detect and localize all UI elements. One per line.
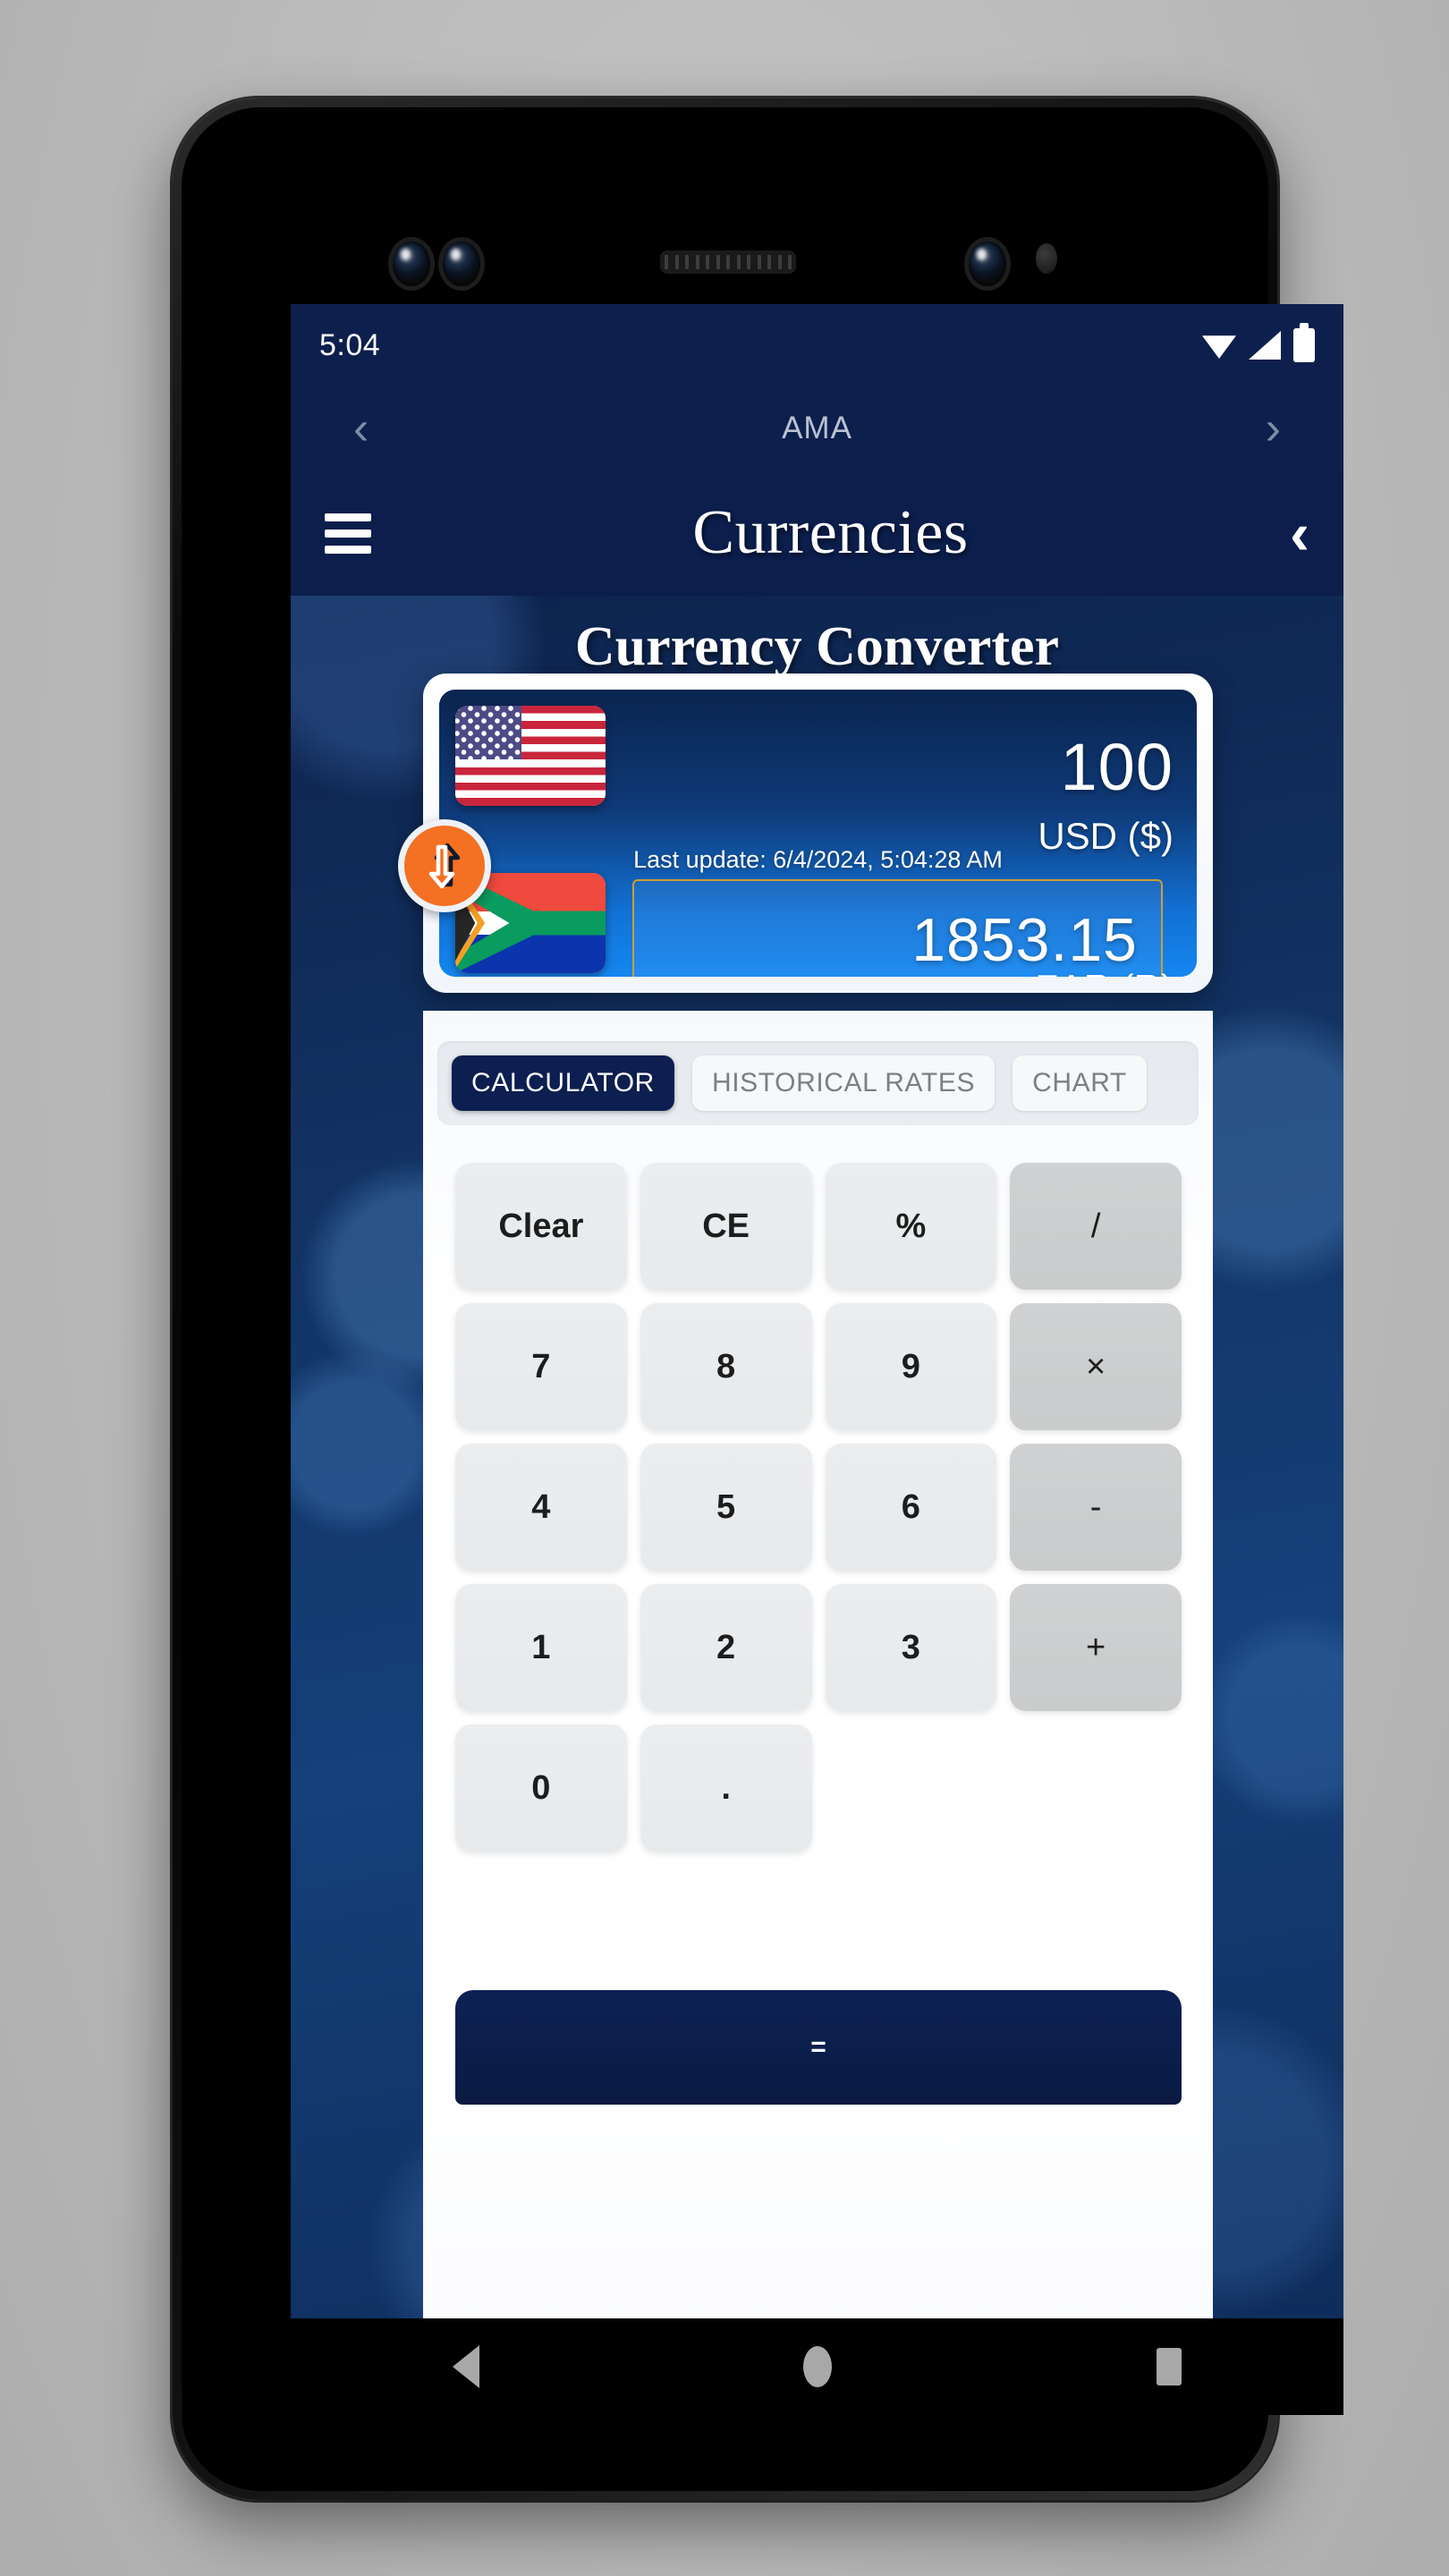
tab-bar: CALCULATOR HISTORICAL RATES CHART (437, 1041, 1199, 1125)
proximity-sensor-icon (1036, 243, 1057, 274)
key-1[interactable]: 1 (455, 1584, 627, 1711)
key-4[interactable]: 4 (455, 1444, 627, 1571)
key-2[interactable]: 2 (640, 1584, 812, 1711)
front-camera-secondary-icon (443, 242, 480, 286)
wifi-icon (1202, 335, 1236, 359)
key-ce[interactable]: CE (640, 1163, 812, 1290)
converted-amount-value: 1853.15 (911, 906, 1138, 974)
converter-inner: 100 USD ($) Last update: 6/4/2024, 5:04:… (398, 690, 1197, 977)
hamburger-menu-icon[interactable] (325, 513, 371, 554)
browser-nav-bar: ‹ AMA › (291, 386, 1343, 470)
phone-screen: 5:04 ‹ AMA › Currencies ‹ Currency Conve… (291, 304, 1343, 2415)
key-spacer-1 (826, 1724, 997, 1852)
tab-calculator[interactable]: CALCULATOR (452, 1055, 674, 1111)
swap-vertical-icon (428, 843, 461, 889)
key-3[interactable]: 3 (825, 1584, 997, 1711)
converter-gradient-surface: 100 USD ($) Last update: 6/4/2024, 5:04:… (439, 690, 1197, 977)
key-minus[interactable]: - (1010, 1444, 1182, 1571)
key-decimal[interactable]: . (640, 1724, 812, 1852)
key-7[interactable]: 7 (455, 1303, 627, 1430)
page-title: Currencies (692, 498, 969, 567)
key-8[interactable]: 8 (640, 1303, 812, 1430)
target-currency-label[interactable]: ZAR (R) (1036, 967, 1174, 977)
key-plus[interactable]: + (1010, 1584, 1182, 1711)
phone-frame: 5:04 ‹ AMA › Currencies ‹ Currency Conve… (173, 98, 1343, 2500)
signal-icon (1249, 331, 1281, 360)
key-9[interactable]: 9 (825, 1303, 997, 1430)
browser-back-icon[interactable]: ‹ (353, 405, 369, 452)
status-clock: 5:04 (319, 327, 381, 362)
key-5[interactable]: 5 (640, 1444, 812, 1571)
content-sheet: CALCULATOR HISTORICAL RATES CHART Clear … (423, 1011, 1213, 2415)
front-camera-icon (393, 242, 430, 286)
last-update-text: Last update: 6/4/2024, 5:04:28 AM (633, 846, 1003, 873)
source-amount-value[interactable]: 100 (1061, 729, 1174, 805)
converted-amount-box[interactable]: 1853.15 (632, 879, 1163, 977)
battery-icon (1293, 323, 1315, 362)
recents-square-icon[interactable] (1156, 2348, 1182, 2385)
calculator-keypad: Clear CE % / 7 8 9 × 4 5 6 - 1 2 3 + 0 . (455, 1163, 1182, 1852)
phone-bezel: 5:04 ‹ AMA › Currencies ‹ Currency Conve… (182, 107, 1343, 2491)
status-icons (1202, 323, 1315, 362)
section-title: Currency Converter (574, 616, 1060, 677)
browser-title: AMA (782, 411, 852, 445)
back-triangle-icon[interactable] (453, 2345, 480, 2388)
swap-currencies-button[interactable] (398, 819, 491, 912)
key-0[interactable]: 0 (455, 1724, 627, 1852)
android-nav-bar (291, 2318, 1343, 2415)
earpiece-speaker-icon (660, 250, 796, 274)
key-6[interactable]: 6 (825, 1444, 997, 1571)
browser-forward-icon[interactable]: › (1266, 405, 1281, 452)
front-camera-right-icon (969, 242, 1006, 286)
back-chevron-icon[interactable]: ‹ (1290, 504, 1309, 563)
status-bar: 5:04 (291, 304, 1343, 386)
key-clear[interactable]: Clear (455, 1163, 627, 1290)
key-divide[interactable]: / (1010, 1163, 1182, 1290)
key-percent[interactable]: % (825, 1163, 997, 1290)
tab-chart[interactable]: CHART (1013, 1055, 1147, 1111)
key-spacer-2 (1010, 1724, 1182, 1852)
tab-historical-rates[interactable]: HISTORICAL RATES (691, 1055, 996, 1111)
us-flag-icon[interactable] (455, 706, 606, 806)
currency-converter-card: 100 USD ($) Last update: 6/4/2024, 5:04:… (398, 674, 1213, 993)
key-multiply[interactable]: × (1010, 1303, 1182, 1430)
home-circle-icon[interactable] (803, 2346, 833, 2387)
key-equals[interactable]: = (455, 1990, 1182, 2105)
app-header: Currencies ‹ (291, 470, 1343, 596)
